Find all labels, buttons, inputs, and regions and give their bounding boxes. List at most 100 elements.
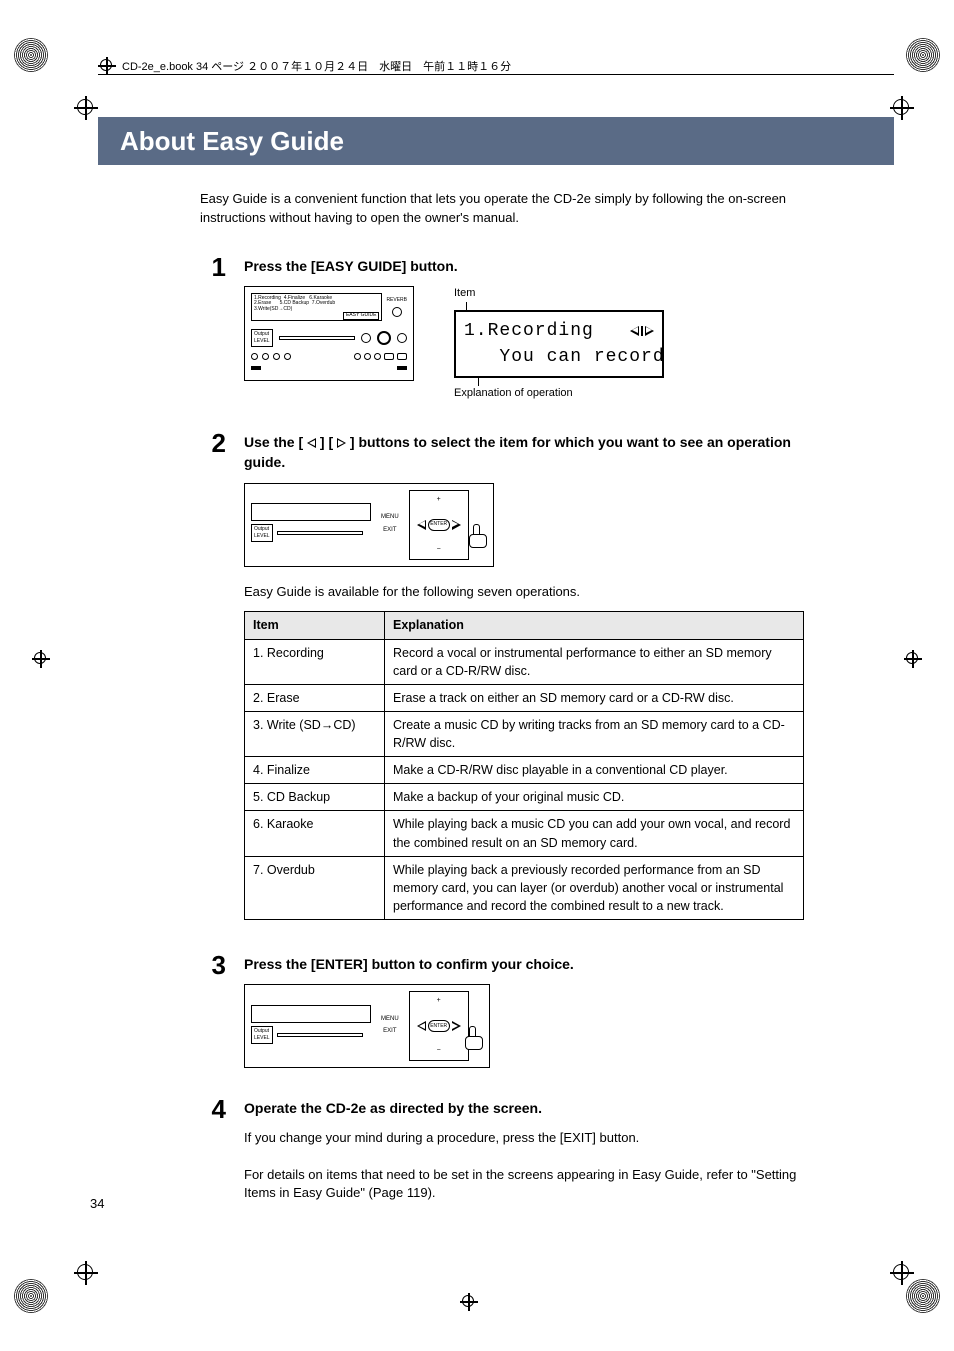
nav-pad: + ENTER − xyxy=(409,991,469,1061)
table-cell-item: 5. CD Backup xyxy=(245,784,385,811)
enter-button-icon: ENTER xyxy=(428,1020,450,1032)
table-cell-item: 4. Finalize xyxy=(245,757,385,784)
knob-icon xyxy=(397,333,407,343)
left-arrow-icon xyxy=(417,520,426,530)
table-row: 3. Write (SD→CD)Create a music CD by wri… xyxy=(245,711,804,756)
lcd-display: 1.Recording You can record xyxy=(454,310,664,378)
step-number: 4 xyxy=(200,1096,226,1213)
step-1: 1 Press the [EASY GUIDE] button. 1.Recor… xyxy=(200,256,804,418)
enter-button-icon: ENTER xyxy=(428,519,450,531)
table-cell-item: 1. Recording xyxy=(245,639,385,684)
step-heading: Use the [ ] [ ] buttons to select the it… xyxy=(244,432,804,473)
right-arrow-icon xyxy=(452,1021,461,1031)
button-icon xyxy=(384,353,394,360)
table-cell-explanation: Erase a track on either an SD memory car… xyxy=(385,684,804,711)
table-cell-explanation: While playing back a music CD you can ad… xyxy=(385,811,804,856)
table-row: 4. FinalizeMake a CD-R/RW disc playable … xyxy=(245,757,804,784)
exit-label: EXIT xyxy=(383,526,396,535)
right-arrow-icon xyxy=(452,520,461,530)
step-number: 1 xyxy=(200,254,226,418)
lcd-arrows-icon xyxy=(630,326,654,336)
table-row: 7. OverdubWhile playing back a previousl… xyxy=(245,856,804,919)
register-mark-icon xyxy=(32,650,50,668)
jog-icon xyxy=(377,331,391,345)
crop-corner-icon xyxy=(14,1279,48,1313)
table-cell-explanation: While playing back a previously recorded… xyxy=(385,856,804,919)
output-level-label: OutputLEVEL xyxy=(251,329,273,348)
lcd-example: Item 1.Recording You can record Explanat… xyxy=(454,286,664,402)
table-row: 6. KaraokeWhile playing back a music CD … xyxy=(245,811,804,856)
print-header: CD-2e_e.book 34 ページ ２００７年１０月２４日 水曜日 午前１１… xyxy=(98,57,511,75)
register-mark-icon xyxy=(890,1261,914,1285)
button-icon xyxy=(251,353,258,360)
nav-pad: + ENTER − xyxy=(409,490,469,560)
right-arrow-icon xyxy=(337,438,346,448)
panel-easyguide-label: EASY GUIDE xyxy=(343,312,379,320)
left-arrow-icon xyxy=(307,438,316,448)
table-cell-explanation: Create a music CD by writing tracks from… xyxy=(385,711,804,756)
step-number: 3 xyxy=(200,952,226,1084)
panel-screen: 1.Recording 4.Finalize 6.Karaoke 2.Erase… xyxy=(251,293,382,321)
button-icon xyxy=(397,353,407,360)
step2-note: Easy Guide is available for the followin… xyxy=(244,583,804,602)
reverb-knob-icon xyxy=(392,307,402,317)
register-mark-icon xyxy=(74,1261,98,1285)
table-row: 2. EraseErase a track on either an SD me… xyxy=(245,684,804,711)
table-cell-item: 2. Erase xyxy=(245,684,385,711)
operations-table: Item Explanation 1. RecordingRecord a vo… xyxy=(244,611,804,920)
step-3: 3 Press the [ENTER] button to confirm yo… xyxy=(200,954,804,1084)
register-mark-icon xyxy=(460,1293,478,1311)
lcd-item-label: Item xyxy=(454,286,664,302)
device-figure: 1.Recording 4.Finalize 6.Karaoke 2.Erase… xyxy=(244,286,414,382)
register-mark-icon xyxy=(74,96,98,120)
button-icon xyxy=(354,353,361,360)
left-arrow-icon xyxy=(417,1021,426,1031)
content-area: Easy Guide is a convenient function that… xyxy=(200,190,804,1227)
register-mark-icon xyxy=(904,650,922,668)
header-rule xyxy=(98,74,894,75)
lcd-explanation-label: Explanation of operation xyxy=(454,386,664,402)
step4-p2: For details on items that need to be set… xyxy=(244,1166,804,1204)
step-2: 2 Use the [ ] [ ] buttons to select the … xyxy=(200,432,804,940)
device-figure: OutputLEVEL MENU xyxy=(244,984,490,1068)
step-4: 4 Operate the CD-2e as directed by the s… xyxy=(200,1098,804,1213)
table-cell-item: 3. Write (SD→CD) xyxy=(245,711,385,756)
crop-corner-icon xyxy=(906,38,940,72)
table-cell-item: 7. Overdub xyxy=(245,856,385,919)
button-icon xyxy=(284,353,291,360)
step-heading: Operate the CD-2e as directed by the scr… xyxy=(244,1098,804,1118)
exit-label: EXIT xyxy=(383,1027,396,1036)
step-heading: Press the [EASY GUIDE] button. xyxy=(244,256,804,276)
table-row: 5. CD BackupMake a backup of your origin… xyxy=(245,784,804,811)
knob-icon xyxy=(361,333,371,343)
menu-label: MENU xyxy=(381,1015,399,1024)
table-header-explanation: Explanation xyxy=(385,612,804,639)
register-mark-icon xyxy=(98,57,116,75)
panel-menu-text: 1.Recording 4.Finalize 6.Karaoke 2.Erase… xyxy=(254,296,379,313)
hand-pointer-icon xyxy=(465,1026,483,1048)
table-header-item: Item xyxy=(245,612,385,639)
reverb-label: REVERB xyxy=(386,297,407,304)
page-title: About Easy Guide xyxy=(98,117,894,165)
step2-head-mid: ] [ xyxy=(320,434,333,450)
step-heading: Press the [ENTER] button to confirm your… xyxy=(244,954,804,974)
step2-head-pre: Use the [ xyxy=(244,434,303,450)
table-cell-explanation: Record a vocal or instrumental performan… xyxy=(385,639,804,684)
table-cell-item: 6. Karaoke xyxy=(245,811,385,856)
lcd-line1: 1.Recording xyxy=(464,318,594,344)
device-figure: OutputLEVEL MENU xyxy=(244,483,494,567)
table-cell-explanation: Make a backup of your original music CD. xyxy=(385,784,804,811)
hand-pointer-icon xyxy=(469,524,487,546)
button-icon xyxy=(374,353,381,360)
lcd-line2: You can record xyxy=(464,344,654,370)
menu-label: MENU xyxy=(381,513,399,522)
step-number: 2 xyxy=(200,430,226,940)
crop-corner-icon xyxy=(14,38,48,72)
table-row: 1. RecordingRecord a vocal or instrument… xyxy=(245,639,804,684)
intro-paragraph: Easy Guide is a convenient function that… xyxy=(200,190,804,228)
table-cell-explanation: Make a CD-R/RW disc playable in a conven… xyxy=(385,757,804,784)
print-header-text: CD-2e_e.book 34 ページ ２００７年１０月２４日 水曜日 午前１１… xyxy=(122,58,511,74)
button-icon xyxy=(364,353,371,360)
button-icon xyxy=(262,353,269,360)
step4-p1: If you change your mind during a procedu… xyxy=(244,1129,804,1148)
